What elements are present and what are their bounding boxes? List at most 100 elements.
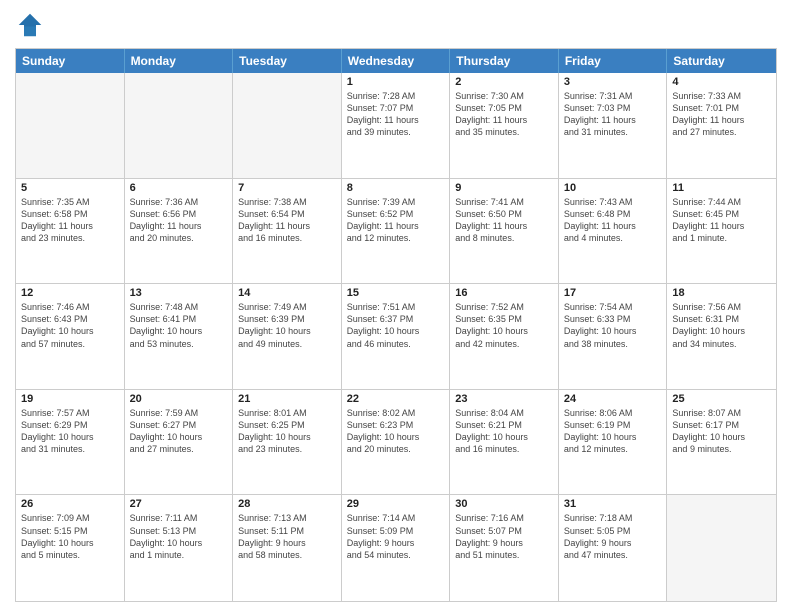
- cal-cell: 2 Sunrise: 7:30 AM Sunset: 7:05 PM Daylig…: [450, 73, 559, 178]
- day-info: Sunrise: 7:39 AM Sunset: 6:52 PM Dayligh…: [347, 196, 445, 245]
- cal-week-5: 26 Sunrise: 7:09 AM Sunset: 5:15 PM Dayli…: [16, 495, 776, 601]
- cal-cell: 6Sunrise: 7:36 AM Sunset: 6:56 PM Daylig…: [125, 179, 234, 284]
- day-info: Sunrise: 7:38 AM Sunset: 6:54 PM Dayligh…: [238, 196, 336, 245]
- day-info: Sunrise: 8:07 AM Sunset: 6:17 PM Dayligh…: [672, 407, 771, 456]
- day-info: Sunrise: 7:33 AM Sunset: 7:01 PM Dayligh…: [672, 90, 771, 139]
- day-info: Sunrise: 7:51 AM Sunset: 6:37 PM Dayligh…: [347, 301, 445, 350]
- calendar-header-row: SundayMondayTuesdayWednesdayThursdayFrid…: [16, 49, 776, 73]
- cal-cell: 5 Sunrise: 7:35 AM Sunset: 6:58 PM Daylig…: [16, 179, 125, 284]
- day-number: 2: [455, 76, 553, 88]
- day-number: 20: [130, 393, 228, 405]
- day-info: Sunrise: 7:41 AM Sunset: 6:50 PM Dayligh…: [455, 196, 553, 245]
- day-number: 11: [672, 182, 771, 194]
- day-info: Sunrise: 7:30 AM Sunset: 7:05 PM Dayligh…: [455, 90, 553, 139]
- cal-cell: 27 Sunrise: 7:11 AM Sunset: 5:13 PM Dayli…: [125, 495, 234, 601]
- cal-cell: 14 Sunrise: 7:49 AM Sunset: 6:39 PM Dayli…: [233, 284, 342, 389]
- day-number: 30: [455, 498, 553, 510]
- day-number: 22: [347, 393, 445, 405]
- cal-cell: [667, 495, 776, 601]
- cal-cell: 11 Sunrise: 7:44 AM Sunset: 6:45 PM Dayli…: [667, 179, 776, 284]
- day-number: 6: [130, 182, 228, 194]
- day-number: 12: [21, 287, 119, 299]
- cal-cell: 23Sunrise: 8:04 AM Sunset: 6:21 PM Dayli…: [450, 390, 559, 495]
- cal-cell: 28Sunrise: 7:13 AM Sunset: 5:11 PM Dayli…: [233, 495, 342, 601]
- day-number: 25: [672, 393, 771, 405]
- day-number: 28: [238, 498, 336, 510]
- cal-cell: [125, 73, 234, 178]
- day-number: 27: [130, 498, 228, 510]
- calendar: SundayMondayTuesdayWednesdayThursdayFrid…: [15, 48, 777, 602]
- cal-cell: 31 Sunrise: 7:18 AM Sunset: 5:05 PM Dayli…: [559, 495, 668, 601]
- day-number: 9: [455, 182, 553, 194]
- cal-cell: 24 Sunrise: 8:06 AM Sunset: 6:19 PM Dayli…: [559, 390, 668, 495]
- cal-week-1: 1Sunrise: 7:28 AM Sunset: 7:07 PM Daylig…: [16, 73, 776, 179]
- cal-cell: 20 Sunrise: 7:59 AM Sunset: 6:27 PM Dayli…: [125, 390, 234, 495]
- cal-header-sunday: Sunday: [16, 49, 125, 73]
- cal-header-tuesday: Tuesday: [233, 49, 342, 73]
- day-number: 19: [21, 393, 119, 405]
- cal-cell: 16Sunrise: 7:52 AM Sunset: 6:35 PM Dayli…: [450, 284, 559, 389]
- day-number: 18: [672, 287, 771, 299]
- cal-header-thursday: Thursday: [450, 49, 559, 73]
- day-info: Sunrise: 7:18 AM Sunset: 5:05 PM Dayligh…: [564, 512, 662, 561]
- day-info: Sunrise: 8:04 AM Sunset: 6:21 PM Dayligh…: [455, 407, 553, 456]
- day-info: Sunrise: 7:35 AM Sunset: 6:58 PM Dayligh…: [21, 196, 119, 245]
- cal-cell: 3 Sunrise: 7:31 AM Sunset: 7:03 PM Daylig…: [559, 73, 668, 178]
- calendar-body: 1Sunrise: 7:28 AM Sunset: 7:07 PM Daylig…: [16, 73, 776, 601]
- day-info: Sunrise: 7:14 AM Sunset: 5:09 PM Dayligh…: [347, 512, 445, 561]
- day-number: 3: [564, 76, 662, 88]
- day-number: 10: [564, 182, 662, 194]
- day-number: 7: [238, 182, 336, 194]
- day-number: 26: [21, 498, 119, 510]
- page: SundayMondayTuesdayWednesdayThursdayFrid…: [0, 0, 792, 612]
- day-info: Sunrise: 7:57 AM Sunset: 6:29 PM Dayligh…: [21, 407, 119, 456]
- day-info: Sunrise: 7:49 AM Sunset: 6:39 PM Dayligh…: [238, 301, 336, 350]
- day-info: Sunrise: 7:43 AM Sunset: 6:48 PM Dayligh…: [564, 196, 662, 245]
- cal-cell: 1Sunrise: 7:28 AM Sunset: 7:07 PM Daylig…: [342, 73, 451, 178]
- day-info: Sunrise: 7:31 AM Sunset: 7:03 PM Dayligh…: [564, 90, 662, 139]
- cal-cell: 26 Sunrise: 7:09 AM Sunset: 5:15 PM Dayli…: [16, 495, 125, 601]
- cal-cell: 12 Sunrise: 7:46 AM Sunset: 6:43 PM Dayli…: [16, 284, 125, 389]
- day-info: Sunrise: 7:56 AM Sunset: 6:31 PM Dayligh…: [672, 301, 771, 350]
- cal-header-wednesday: Wednesday: [342, 49, 451, 73]
- cal-cell: 8 Sunrise: 7:39 AM Sunset: 6:52 PM Daylig…: [342, 179, 451, 284]
- day-number: 31: [564, 498, 662, 510]
- day-info: Sunrise: 7:59 AM Sunset: 6:27 PM Dayligh…: [130, 407, 228, 456]
- cal-cell: 7 Sunrise: 7:38 AM Sunset: 6:54 PM Daylig…: [233, 179, 342, 284]
- day-number: 21: [238, 393, 336, 405]
- cal-week-3: 12 Sunrise: 7:46 AM Sunset: 6:43 PM Dayli…: [16, 284, 776, 390]
- day-info: Sunrise: 7:11 AM Sunset: 5:13 PM Dayligh…: [130, 512, 228, 561]
- cal-cell: 4 Sunrise: 7:33 AM Sunset: 7:01 PM Daylig…: [667, 73, 776, 178]
- day-number: 8: [347, 182, 445, 194]
- cal-header-friday: Friday: [559, 49, 668, 73]
- day-info: Sunrise: 7:09 AM Sunset: 5:15 PM Dayligh…: [21, 512, 119, 561]
- day-info: Sunrise: 7:46 AM Sunset: 6:43 PM Dayligh…: [21, 301, 119, 350]
- logo-icon: [15, 10, 45, 40]
- day-info: Sunrise: 8:06 AM Sunset: 6:19 PM Dayligh…: [564, 407, 662, 456]
- day-number: 24: [564, 393, 662, 405]
- cal-header-monday: Monday: [125, 49, 234, 73]
- day-number: 14: [238, 287, 336, 299]
- day-number: 17: [564, 287, 662, 299]
- cal-week-4: 19 Sunrise: 7:57 AM Sunset: 6:29 PM Dayli…: [16, 390, 776, 496]
- day-info: Sunrise: 7:52 AM Sunset: 6:35 PM Dayligh…: [455, 301, 553, 350]
- day-info: Sunrise: 7:48 AM Sunset: 6:41 PM Dayligh…: [130, 301, 228, 350]
- cal-cell: 9 Sunrise: 7:41 AM Sunset: 6:50 PM Daylig…: [450, 179, 559, 284]
- cal-cell: 10 Sunrise: 7:43 AM Sunset: 6:48 PM Dayli…: [559, 179, 668, 284]
- day-info: Sunrise: 7:16 AM Sunset: 5:07 PM Dayligh…: [455, 512, 553, 561]
- cal-header-saturday: Saturday: [667, 49, 776, 73]
- cal-cell: 17 Sunrise: 7:54 AM Sunset: 6:33 PM Dayli…: [559, 284, 668, 389]
- day-info: Sunrise: 7:44 AM Sunset: 6:45 PM Dayligh…: [672, 196, 771, 245]
- cal-cell: 29Sunrise: 7:14 AM Sunset: 5:09 PM Dayli…: [342, 495, 451, 601]
- day-number: 1: [347, 76, 445, 88]
- cal-week-2: 5 Sunrise: 7:35 AM Sunset: 6:58 PM Daylig…: [16, 179, 776, 285]
- cal-cell: 21Sunrise: 8:01 AM Sunset: 6:25 PM Dayli…: [233, 390, 342, 495]
- cal-cell: [16, 73, 125, 178]
- logo: [15, 10, 49, 40]
- day-number: 15: [347, 287, 445, 299]
- day-info: Sunrise: 7:54 AM Sunset: 6:33 PM Dayligh…: [564, 301, 662, 350]
- day-number: 5: [21, 182, 119, 194]
- day-number: 4: [672, 76, 771, 88]
- day-info: Sunrise: 8:02 AM Sunset: 6:23 PM Dayligh…: [347, 407, 445, 456]
- day-number: 13: [130, 287, 228, 299]
